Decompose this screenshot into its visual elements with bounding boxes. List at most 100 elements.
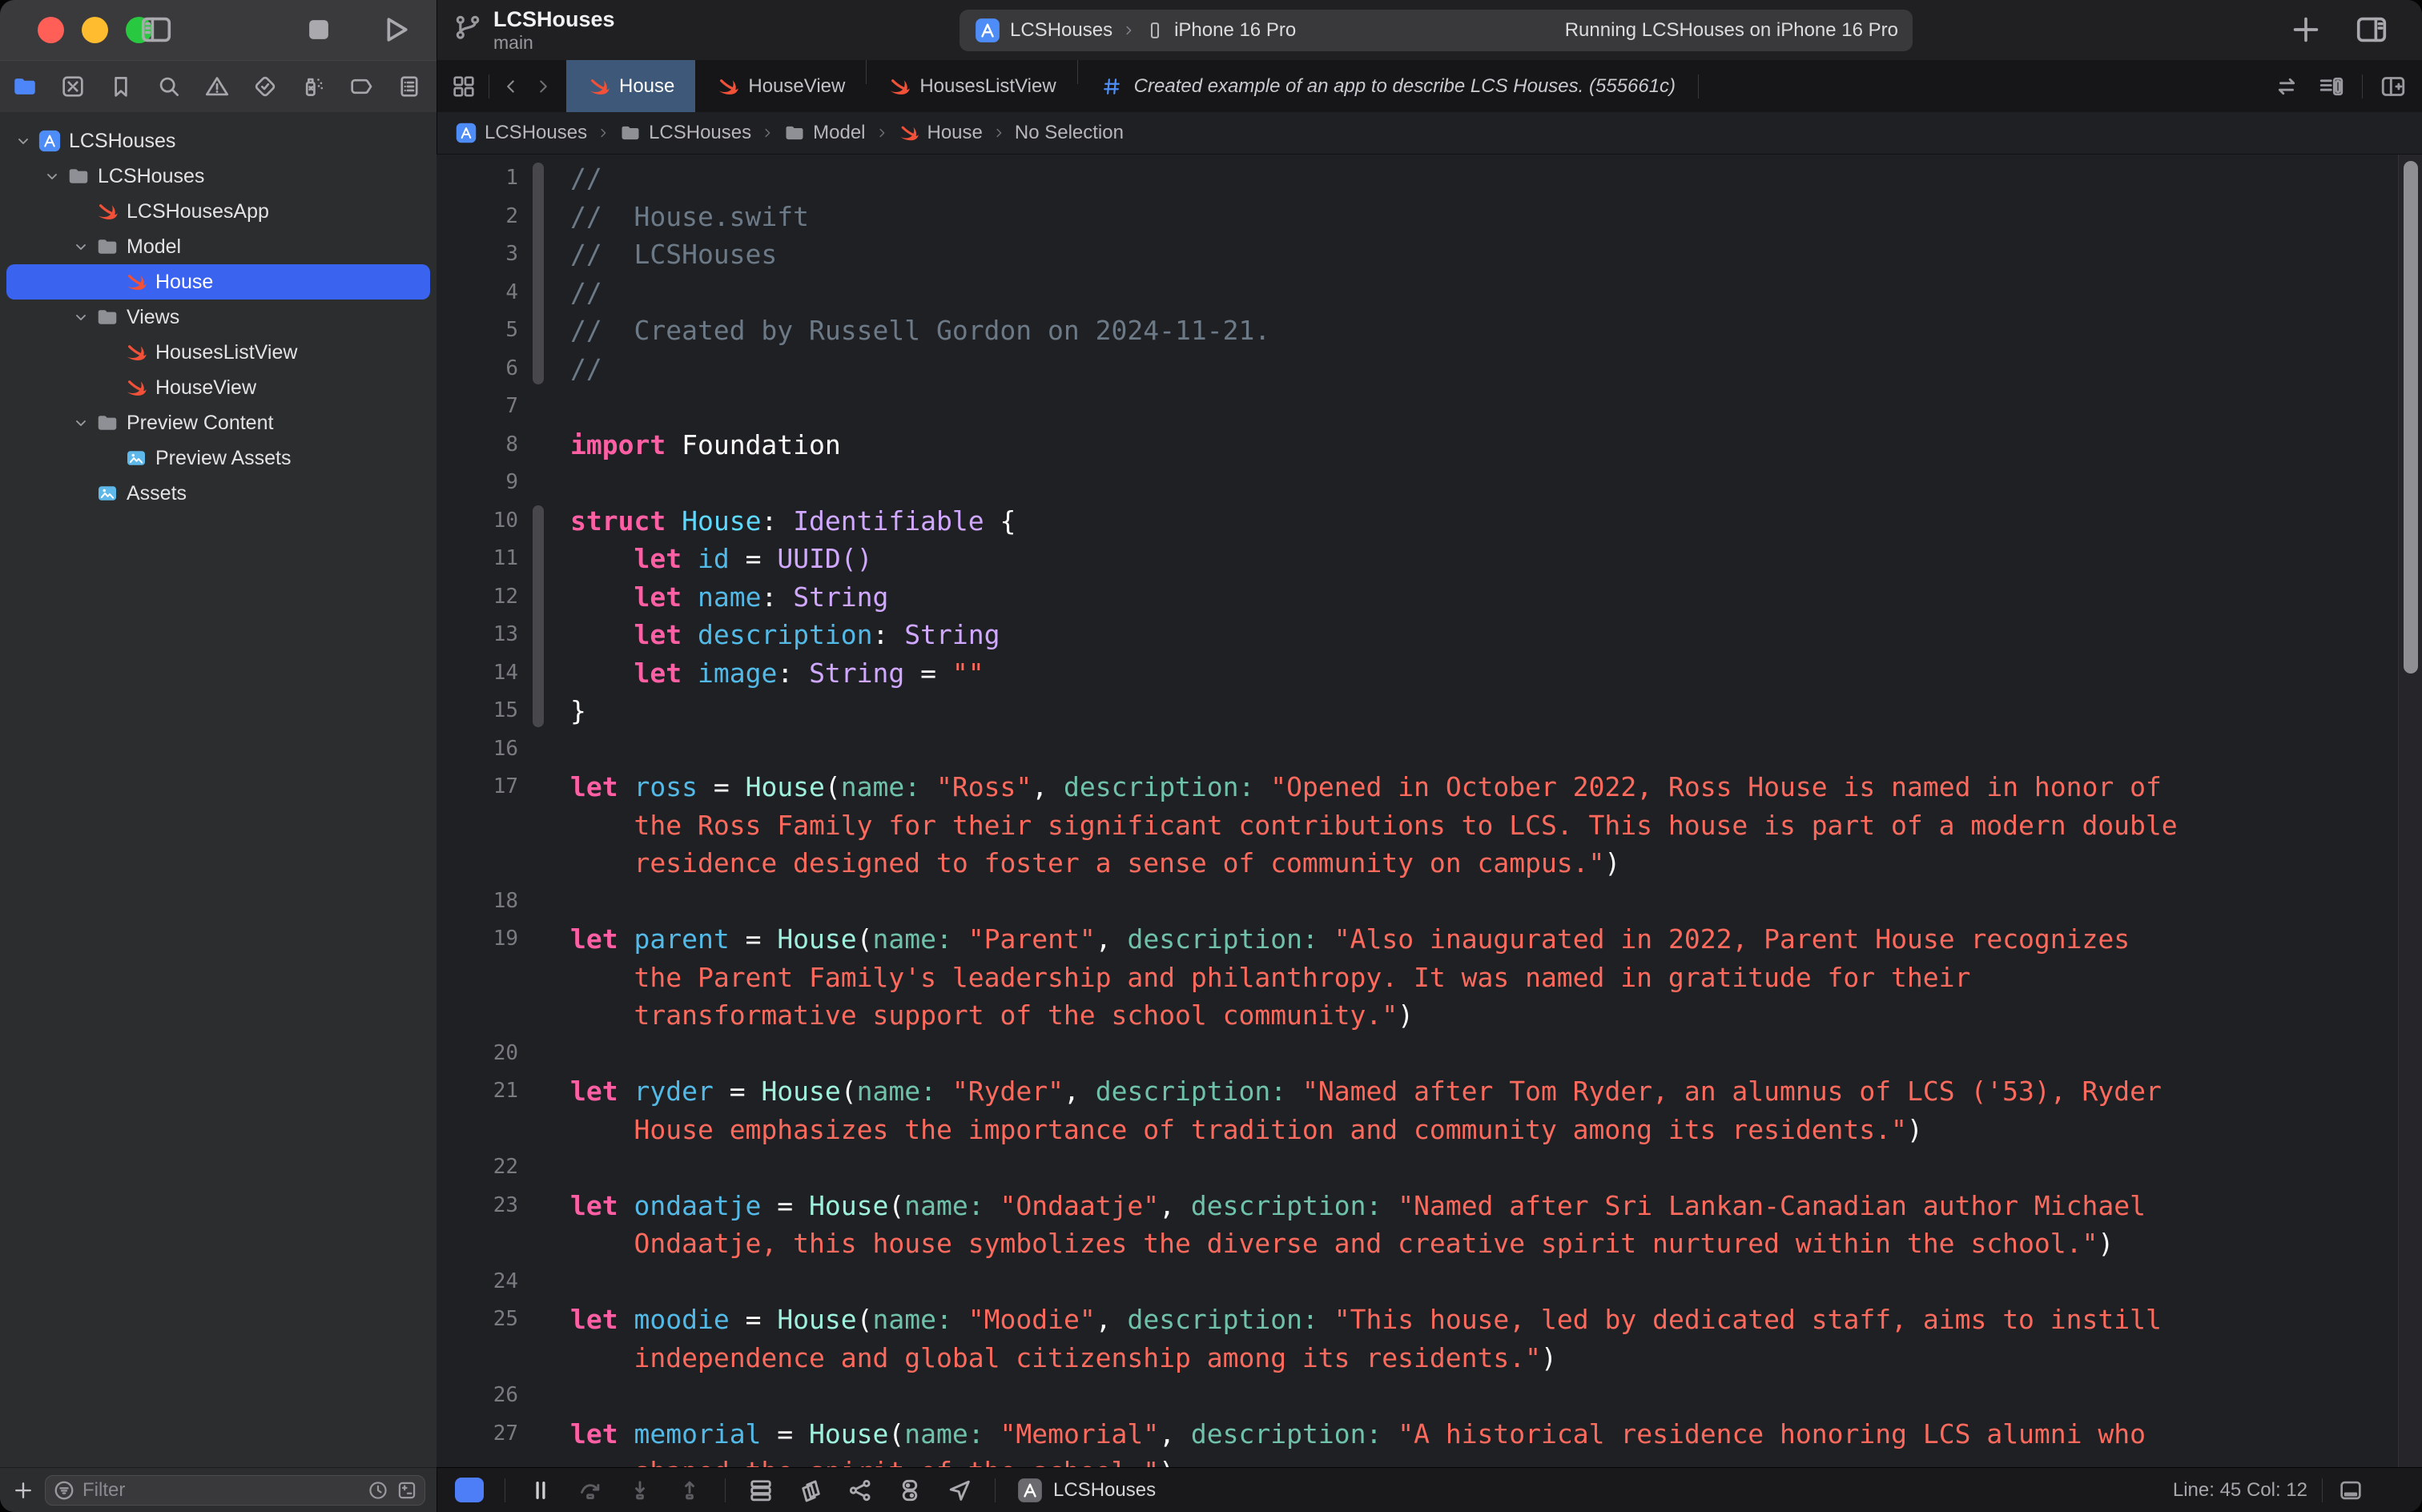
simulate-location-icon[interactable] bbox=[945, 1476, 974, 1505]
line-number: 13 bbox=[437, 616, 526, 654]
line-number: 21 bbox=[437, 1072, 526, 1111]
source-control-status-icon[interactable] bbox=[396, 1479, 418, 1502]
breadcrumb: LCSHouses LCSHouses Model House No Selection bbox=[437, 112, 2422, 155]
tab-houseslistview[interactable]: HousesListView bbox=[867, 60, 1076, 112]
add-tab-button[interactable] bbox=[2287, 11, 2324, 48]
view-hierarchy-icon[interactable] bbox=[796, 1476, 825, 1505]
line-number bbox=[437, 996, 526, 1035]
debug-bar-indicator-icon[interactable] bbox=[455, 1478, 484, 1502]
tree-item-preview-content[interactable]: Preview Content bbox=[6, 405, 430, 440]
step-into-icon[interactable] bbox=[626, 1476, 654, 1505]
line-number: 12 bbox=[437, 578, 526, 617]
line-number: 18 bbox=[437, 883, 526, 921]
test-navigator-icon[interactable] bbox=[251, 73, 279, 100]
running-app-badge[interactable]: LCSHouses bbox=[1016, 1477, 1156, 1504]
disclosure-chevron-icon[interactable] bbox=[67, 308, 95, 327]
fold-ribbon[interactable] bbox=[533, 505, 544, 727]
tree-item-lcshouses[interactable]: LCSHouses bbox=[6, 159, 430, 194]
line-number: 1 bbox=[437, 159, 526, 198]
code-line: 21let ryder = House(name: "Ryder", descr… bbox=[437, 1072, 2422, 1111]
report-navigator-icon[interactable] bbox=[396, 73, 423, 100]
editor-options-icon[interactable] bbox=[2317, 72, 2346, 101]
tree-item-lcshousesapp[interactable]: LCSHousesApp bbox=[6, 194, 430, 229]
code-line: 17let ross = House(name: "Ross", descrip… bbox=[437, 768, 2422, 806]
swift-file-icon bbox=[95, 199, 120, 223]
app-badge-icon bbox=[1016, 1477, 1044, 1504]
toggle-navigator-icon[interactable] bbox=[138, 11, 175, 48]
scheme-name[interactable]: LCSHouses bbox=[1010, 19, 1112, 42]
toggle-debug-area-icon[interactable] bbox=[2337, 1477, 2364, 1504]
xcode-project-icon bbox=[37, 129, 62, 153]
find-navigator-icon[interactable] bbox=[155, 73, 183, 100]
line-number: 10 bbox=[437, 502, 526, 541]
navigator-filter-bar: Filter bbox=[0, 1467, 437, 1512]
go-back-icon[interactable] bbox=[501, 74, 521, 99]
breadcrumb-item[interactable]: LCSHouses bbox=[455, 122, 587, 144]
code-line: 7 bbox=[437, 388, 2422, 426]
source-control-navigator-icon[interactable] bbox=[59, 73, 86, 100]
tree-item-houseview[interactable]: HouseView bbox=[6, 370, 430, 405]
commit-banner[interactable]: Created example of an app to describe LC… bbox=[1078, 60, 1698, 112]
breadcrumb-item[interactable]: No Selection bbox=[1015, 122, 1124, 144]
debug-area-icon[interactable] bbox=[746, 1476, 775, 1505]
tab-label: House bbox=[619, 75, 674, 98]
add-file-button[interactable] bbox=[11, 1478, 35, 1502]
scrollbar-track[interactable] bbox=[2398, 155, 2422, 1467]
breadcrumb-item[interactable]: Model bbox=[783, 122, 865, 144]
breakpoint-navigator-icon[interactable] bbox=[348, 73, 375, 100]
run-button[interactable] bbox=[376, 11, 413, 48]
branch-name: main bbox=[493, 32, 615, 53]
scrollbar-thumb[interactable] bbox=[2404, 161, 2418, 674]
breadcrumb-separator-icon bbox=[992, 124, 1006, 142]
tab-house[interactable]: House bbox=[566, 60, 695, 112]
fold-ribbon[interactable] bbox=[533, 163, 544, 384]
close-button[interactable] bbox=[38, 17, 64, 43]
step-out-icon[interactable] bbox=[675, 1476, 704, 1505]
stop-button[interactable] bbox=[300, 11, 337, 48]
disclosure-chevron-icon[interactable] bbox=[67, 413, 95, 432]
line-number: 17 bbox=[437, 768, 526, 806]
tree-item-model[interactable]: Model bbox=[6, 229, 430, 264]
debug-navigator-icon[interactable] bbox=[300, 73, 327, 100]
tree-item-label: HouseView bbox=[155, 376, 256, 400]
code-line: 22 bbox=[437, 1148, 2422, 1187]
swap-editor-icon[interactable] bbox=[2272, 72, 2301, 101]
disclosure-chevron-icon[interactable] bbox=[38, 167, 66, 186]
add-editor-icon[interactable] bbox=[2379, 72, 2408, 101]
run-destination[interactable]: iPhone 16 Pro bbox=[1174, 19, 1296, 42]
minimize-button[interactable] bbox=[82, 17, 108, 43]
pause-icon[interactable] bbox=[526, 1476, 555, 1505]
disclosure-chevron-icon[interactable] bbox=[67, 237, 95, 256]
swift-file-icon bbox=[123, 270, 149, 294]
tree-item-houseslistview[interactable]: HousesListView bbox=[6, 335, 430, 370]
go-forward-icon[interactable] bbox=[533, 74, 553, 99]
step-over-icon[interactable] bbox=[576, 1476, 605, 1505]
tree-item-label: Views bbox=[127, 306, 179, 329]
project-navigator-icon[interactable] bbox=[11, 73, 38, 100]
tree-item-house[interactable]: House bbox=[6, 264, 430, 300]
bookmark-navigator-icon[interactable] bbox=[107, 73, 135, 100]
tree-item-lcshouses[interactable]: LCSHouses bbox=[6, 123, 430, 159]
source-editor[interactable]: 1//2// House.swift3// LCSHouses4//5// Cr… bbox=[437, 155, 2422, 1467]
tree-item-assets[interactable]: Assets bbox=[6, 476, 430, 511]
disclosure-chevron-icon[interactable] bbox=[10, 131, 37, 151]
tree-item-preview-assets[interactable]: Preview Assets bbox=[6, 440, 430, 476]
memory-graph-icon[interactable] bbox=[846, 1476, 875, 1505]
assets-icon bbox=[123, 446, 149, 470]
tab-houseview[interactable]: HouseView bbox=[695, 60, 866, 112]
related-items-icon[interactable] bbox=[450, 73, 477, 100]
filter-field[interactable]: Filter bbox=[45, 1475, 425, 1506]
line-number: 27 bbox=[437, 1415, 526, 1454]
environment-overrides-icon[interactable] bbox=[895, 1476, 924, 1505]
titlebar-right: LCSHouses main LCSHouses iPhone 16 Pro R… bbox=[437, 0, 2422, 60]
toggle-inspector-icon[interactable] bbox=[2353, 11, 2390, 48]
activity-view[interactable]: LCSHouses iPhone 16 Pro Running LCSHouse… bbox=[960, 10, 1913, 51]
recents-clock-icon[interactable] bbox=[367, 1479, 389, 1502]
disclosure-spacer bbox=[96, 343, 123, 362]
iphone-icon bbox=[1145, 18, 1165, 42]
breadcrumb-item[interactable]: House bbox=[898, 122, 983, 144]
issue-navigator-icon[interactable] bbox=[203, 73, 231, 100]
tree-item-label: LCSHousesApp bbox=[127, 200, 269, 223]
breadcrumb-item[interactable]: LCSHouses bbox=[619, 122, 751, 144]
tree-item-views[interactable]: Views bbox=[6, 300, 430, 335]
